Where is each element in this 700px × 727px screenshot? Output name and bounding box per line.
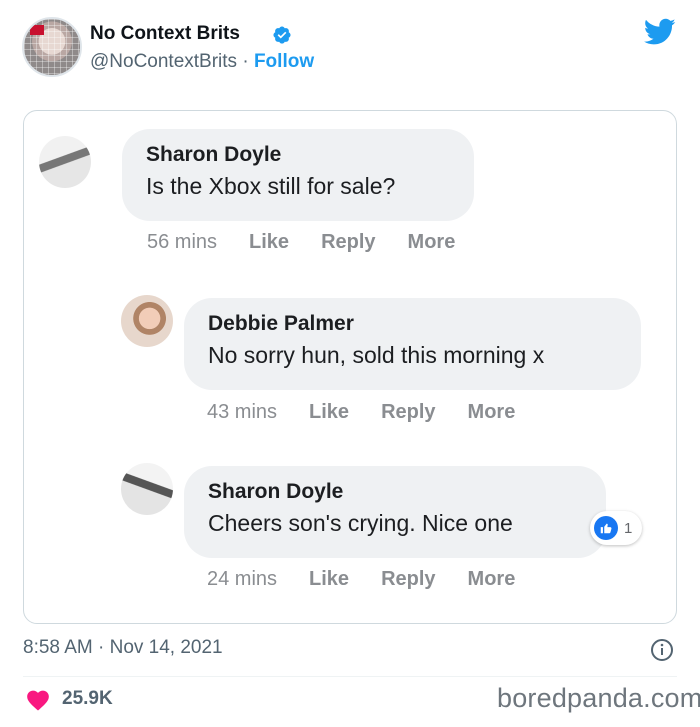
comment-actions: 24 mins Like Reply More: [207, 568, 547, 591]
author-handle[interactable]: @NoContextBrits: [90, 51, 237, 72]
verified-badge-icon: [273, 26, 291, 44]
comment-text: No sorry hun, sold this morning x: [208, 342, 545, 368]
commenter-avatar: [121, 295, 173, 347]
reply-link[interactable]: Reply: [381, 568, 435, 591]
reply-link[interactable]: Reply: [321, 231, 375, 254]
author-name[interactable]: No Context Brits: [90, 23, 240, 45]
comment-bubble: Sharon Doyle Is the Xbox still for sale?: [122, 129, 474, 221]
separator: ·: [242, 51, 249, 72]
commenter-avatar: [121, 463, 173, 515]
comment-actions: 43 mins Like Reply More: [207, 401, 547, 424]
comment-bubble: Sharon Doyle Cheers son's crying. Nice o…: [184, 466, 606, 558]
more-link[interactable]: More: [468, 401, 516, 424]
commenter-name: Sharon Doyle: [208, 480, 344, 503]
comment-text: Cheers son's crying. Nice one: [208, 510, 513, 536]
comment-actions: 56 mins Like Reply More: [147, 231, 487, 254]
commenter-avatar: [39, 136, 91, 188]
reply-link[interactable]: Reply: [381, 401, 435, 424]
thumbs-up-icon: [594, 516, 618, 540]
reaction-count: 1: [624, 519, 633, 537]
comment-text: Is the Xbox still for sale?: [146, 173, 396, 199]
commenter-name: Sharon Doyle: [146, 143, 282, 166]
flag-icon: [30, 25, 44, 35]
author-handle-row: @NoContextBrits · Follow: [90, 51, 314, 73]
comment-time: 56 mins: [147, 231, 218, 253]
divider: [23, 676, 677, 677]
author-avatar[interactable]: [22, 17, 82, 77]
commenter-name: Debbie Palmer: [208, 312, 354, 335]
info-icon[interactable]: [650, 638, 674, 662]
comment-time: 43 mins: [207, 401, 278, 423]
reaction-badge[interactable]: 1: [590, 511, 642, 545]
follow-button[interactable]: Follow: [254, 51, 314, 72]
comment-time: 24 mins: [207, 568, 278, 590]
more-link[interactable]: More: [408, 231, 456, 254]
more-link[interactable]: More: [468, 568, 516, 591]
twitter-bird-icon[interactable]: [644, 18, 676, 46]
watermark: boredpanda.com: [497, 683, 700, 713]
tweet-timestamp[interactable]: 8:58 AM · Nov 14, 2021: [23, 637, 223, 659]
likes-count[interactable]: 25.9K: [62, 688, 113, 710]
like-link[interactable]: Like: [249, 231, 289, 254]
embedded-image-card[interactable]: Sharon Doyle Is the Xbox still for sale?…: [23, 110, 677, 624]
heart-icon[interactable]: [25, 687, 51, 711]
comment-bubble: Debbie Palmer No sorry hun, sold this mo…: [184, 298, 641, 390]
like-link[interactable]: Like: [309, 568, 349, 591]
like-link[interactable]: Like: [309, 401, 349, 424]
